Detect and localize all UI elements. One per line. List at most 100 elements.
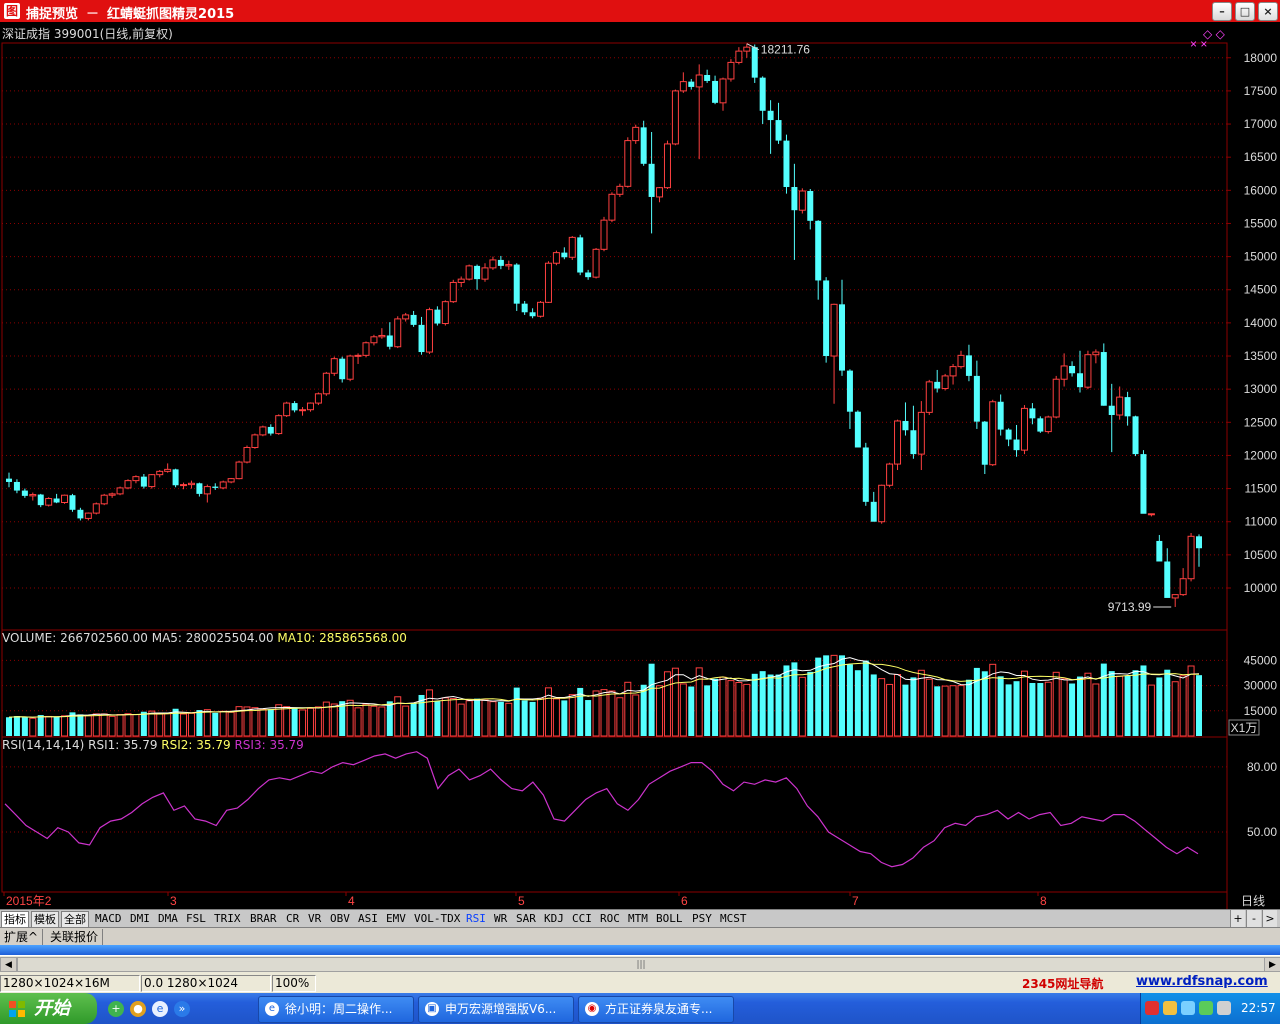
zoom-in-button[interactable]: + [1230,910,1245,927]
price-tick-label: 12000 [1244,448,1278,462]
volume-bar-up [449,698,457,737]
volume-bar-up [441,697,449,737]
stock-chart-area[interactable]: 18000 17500 17000 16500 16000 15500 15000 14500… [0,22,1280,910]
volume-bar-down [1164,669,1171,736]
price-tick-label: 12500 [1244,415,1278,429]
tab-metric-emv[interactable]: EMV [384,911,408,927]
maximize-button[interactable]: □ [1235,2,1255,21]
price-tick-label: 11000 [1245,515,1278,529]
status-zoom: 100% [272,975,316,992]
candle-up [886,463,894,486]
expand-button[interactable]: 扩展^ [0,929,44,945]
candle-up [917,411,925,455]
volume-bar-down [934,686,941,736]
tab-metric-wr[interactable]: WR [492,911,509,927]
tab-metric-mcst[interactable]: MCST [718,911,749,927]
volume-bar-down [529,701,536,736]
chart-canvas[interactable]: 18000 17500 17000 16500 16000 15500 15000 14500… [0,22,1280,910]
tab-metric-cci[interactable]: CCI [570,911,594,927]
zoom-out-button[interactable]: - [1246,910,1261,927]
tab-metric-boll[interactable]: BOLL [654,911,685,927]
candle-up [457,278,465,283]
volume-bar-down [521,700,528,736]
horizontal-scrollbar[interactable]: ◀ ||| ▶ [0,955,1280,973]
candle-down [529,312,536,317]
status-image-size: 1280×1024×16M [0,975,140,992]
taskbar-item-1[interactable]: e 徐小明：周二操作... [258,996,414,1023]
candle-up [132,476,140,482]
close-button[interactable]: × [1258,2,1278,21]
quicklaunch-green-icon[interactable]: + [108,1001,124,1017]
candle-down [688,81,695,87]
volume-bar-up [1092,683,1100,737]
tab-metric-sar[interactable]: SAR [514,911,538,927]
title-separator: － [86,7,100,22]
volume-bar-down [846,664,853,736]
candle-up [378,334,386,338]
tab-metric-vr[interactable]: VR [306,911,323,927]
tray-volume-icon[interactable] [1199,1001,1213,1015]
app-window-icon: ▣ [425,1002,439,1016]
candle-up [203,486,211,495]
window-title-bar[interactable]: 图 捕捉预览 － 红蜻蜓抓图精灵2015 – □ × [0,0,1280,22]
quicklaunch-globe-icon[interactable]: ● [130,1001,146,1017]
tray-misc-icon[interactable] [1217,1001,1231,1015]
rsi-panel-frame [1,736,1228,893]
rdfsnap-link[interactable]: www.rdfsnap.com [1136,974,1268,989]
indicator-tab-bar: 指标 模板 全部 MACD DMI DMA FSL TRIX BRAR CR VR OBV ASI… [0,909,1280,929]
tray-s-icon[interactable] [1145,1001,1159,1015]
nav-2345-link[interactable]: 2345网址导航 [1022,975,1103,992]
volume-bar-down [807,671,814,736]
candle-down [561,252,568,258]
volume-bar-up [1171,681,1179,737]
candle-up [425,309,433,353]
volume-bar-up [330,703,338,737]
candle-up [941,375,949,389]
quicklaunch-ie-icon[interactable]: e [152,1001,168,1017]
scroll-right-button[interactable]: > [1262,910,1277,927]
quicklaunch-more-icon[interactable]: » [174,1001,190,1017]
tab-metric-trix[interactable]: TRIX [212,911,243,927]
tab-metric-roc[interactable]: ROC [598,911,622,927]
tab-metric-brar[interactable]: BRAR [248,911,279,927]
tab-metric-kdj[interactable]: KDJ [542,911,566,927]
tab-metric-dmi[interactable]: DMI [128,911,152,927]
tray-network-icon[interactable] [1181,1001,1195,1015]
tab-metric-mtm[interactable]: MTM [626,911,650,927]
tab-metric-fsl[interactable]: FSL [184,911,208,927]
taskbar-item-3[interactable]: ◉ 方正证券泉友通专... [578,996,734,1023]
volume-bar-up [164,713,172,737]
volume-bar-up [61,715,69,737]
tab-metric-rsi[interactable]: RSI [464,911,488,927]
tab-metric-psy[interactable]: PSY [690,911,714,927]
candle-up [148,474,156,488]
candle-up [743,46,751,52]
minimize-button[interactable]: – [1212,2,1232,21]
candle-down [751,47,758,78]
candle-down [13,481,20,491]
tab-metric-obv[interactable]: OBV [328,911,352,927]
high-price-label: 18211.76 [761,43,810,57]
tab-metric-dma[interactable]: DMA [156,911,180,927]
volume-ma5-label: MA5: 280025504.00 [151,631,274,645]
volume-bar-up [505,702,513,737]
candle-up [624,140,632,187]
volume-bar-up [148,710,156,737]
linked-quotes-button[interactable]: 关联报价 [46,929,104,945]
system-tray: 22:57 [1140,993,1280,1024]
candle-up [306,402,314,411]
taskbar-item-2[interactable]: ▣ 申万宏源增强版V6... [418,996,574,1023]
tab-metric-cr[interactable]: CR [284,911,301,927]
tab-metric-vol-tdx[interactable]: VOL-TDX [412,911,462,927]
volume-bar-up [259,708,267,737]
tab-metric-macd[interactable]: MACD [93,911,124,927]
candle-up [29,494,37,497]
tray-pen-icon[interactable] [1163,1001,1177,1015]
candle-down [640,127,647,164]
candle-down [1037,418,1044,432]
start-button[interactable]: 开始 [0,993,97,1024]
candle-down [21,490,28,496]
candle-up [259,426,267,436]
tab-metric-asi[interactable]: ASI [356,911,380,927]
volume-bar-up [878,678,886,737]
